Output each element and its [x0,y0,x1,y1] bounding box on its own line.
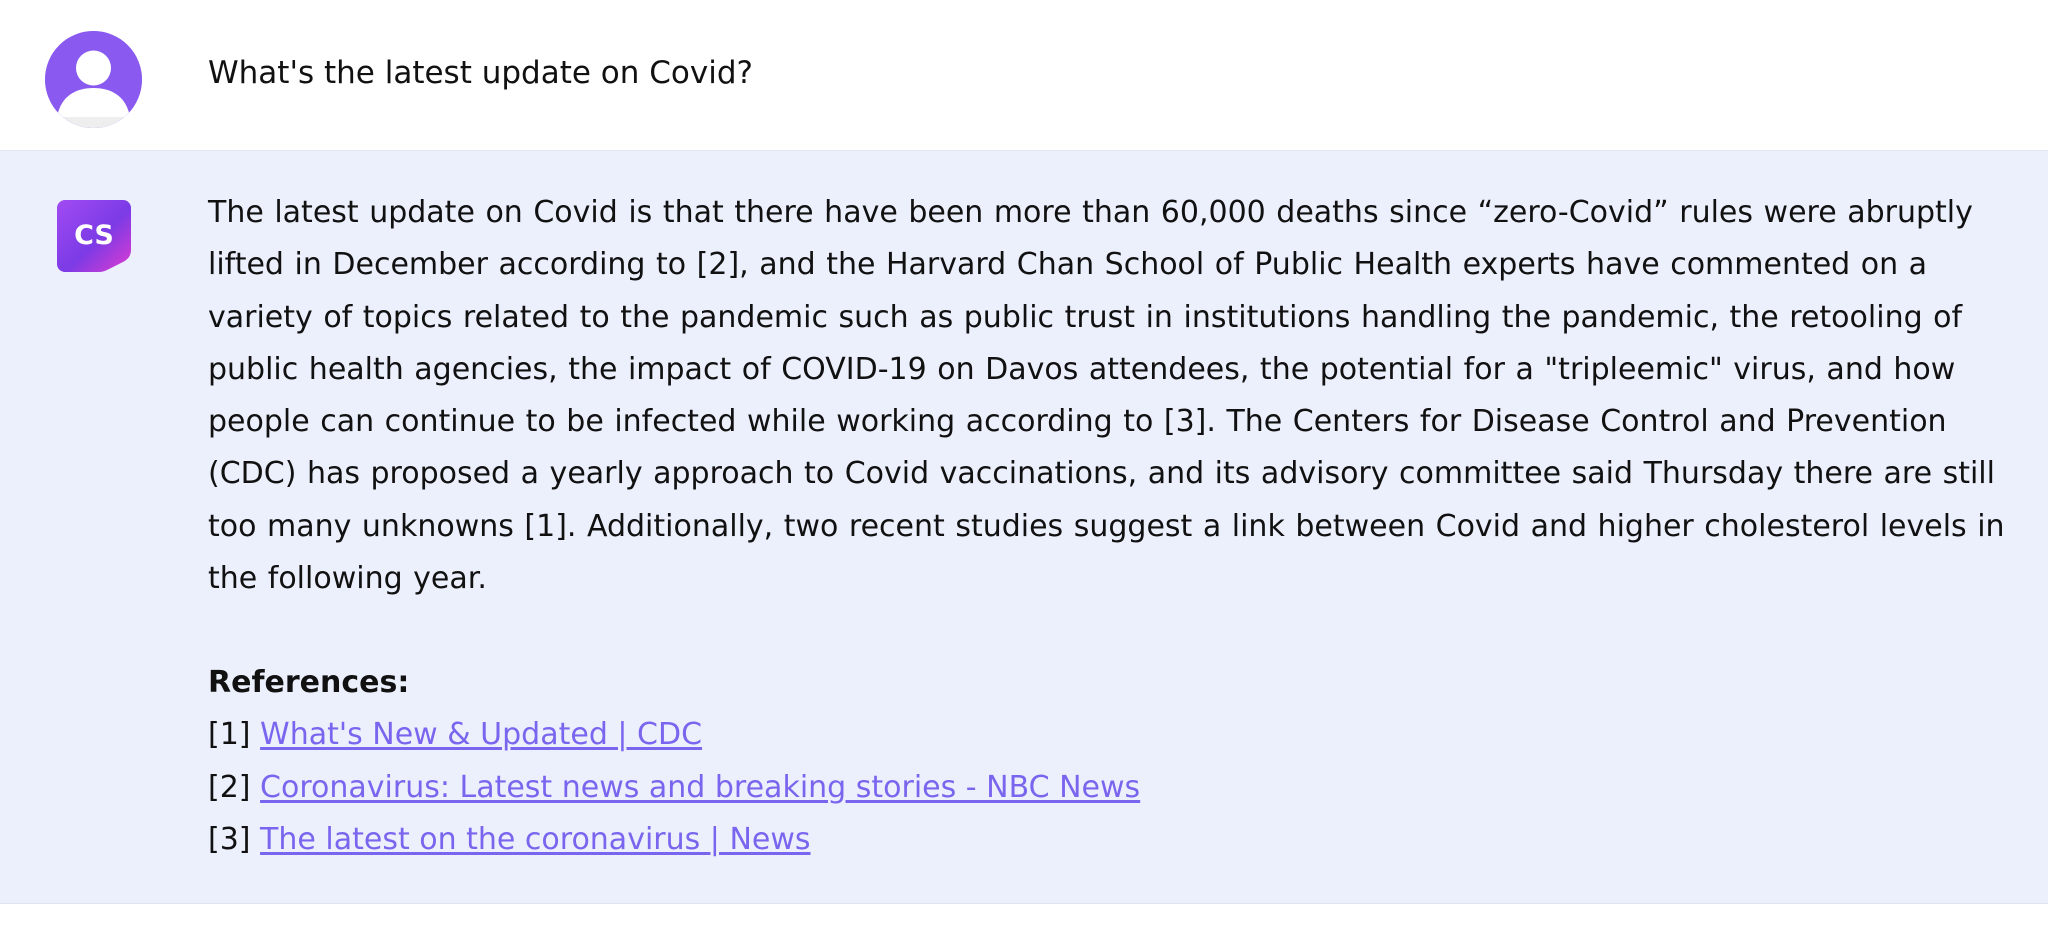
answer-line: people can continue to be infected while… [208,404,1947,440]
user-message-row: What's the latest update on Covid? [0,0,2048,151]
reference-item-3: [3] The latest on the coronavirus | News [208,814,2008,866]
reference-item-1: [1] What's New & Updated | CDC [208,709,2008,761]
assistant-message-row: CS The latest update on Covid is that th… [0,151,2048,904]
answer-line: the following year. [208,561,487,597]
answer-line: (CDC) has proposed a yearly approach to … [208,456,1995,492]
answer-line: public health agencies, the impact of CO… [208,351,1956,387]
reference-index: [2] [208,769,251,805]
references-heading: References: [208,665,410,701]
reference-link-coronavirus-news[interactable]: The latest on the coronavirus | News [260,822,810,857]
reference-index: [1] [208,717,251,753]
cs-logo-text: CS [74,220,114,251]
reference-item-2: [2] Coronavirus: Latest news and breakin… [208,762,2008,814]
reference-link-nbc-news[interactable]: Coronavirus: Latest news and breaking st… [260,770,1140,805]
answer-line: The latest update on Covid is that there… [208,195,1973,230]
reference-link-cdc[interactable]: What's New & Updated | CDC [260,717,702,752]
answer-line: variety of topics related to the pandemi… [208,299,1963,335]
assistant-message-content: The latest update on Covid is that there… [208,187,2008,866]
answer-line: lifted in December according to [2], and… [208,247,1928,283]
reference-index: [3] [208,821,251,857]
answer-line: too many unknowns [1]. Additionally, two… [208,508,2005,544]
user-message-text: What's the latest update on Covid? [208,55,753,91]
cs-logo-icon: CS [57,198,131,272]
user-avatar-icon [45,31,142,128]
assistant-answer: The latest update on Covid is that there… [208,187,2008,605]
